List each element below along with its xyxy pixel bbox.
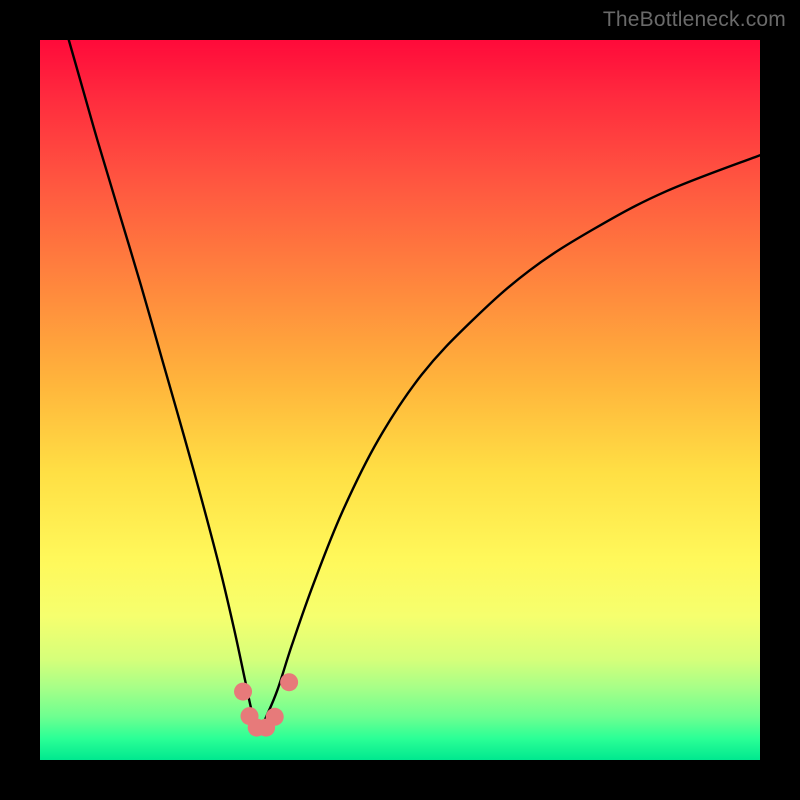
marker-group (234, 673, 298, 736)
chart-frame: TheBottleneck.com (0, 0, 800, 800)
plot-area (40, 40, 760, 760)
bottleneck-curve-svg (40, 40, 760, 760)
curve-marker (234, 683, 252, 701)
bottleneck-curve-path (69, 40, 760, 729)
watermark-text: TheBottleneck.com (603, 8, 786, 32)
curve-marker (266, 708, 284, 726)
curve-marker (280, 673, 298, 691)
